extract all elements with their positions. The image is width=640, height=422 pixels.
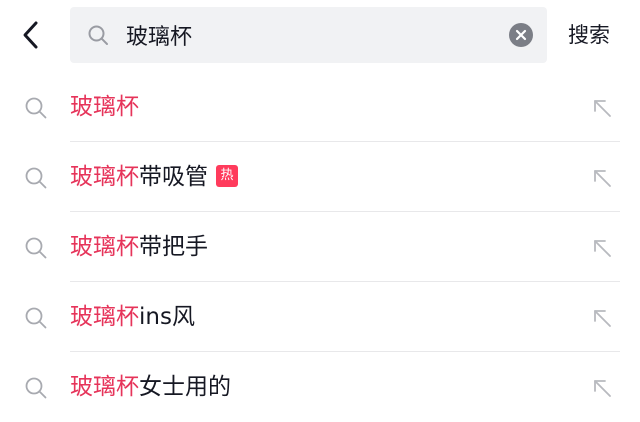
suggestion-rest: ins风	[139, 304, 195, 330]
suggestion-text: 玻璃杯ins风	[70, 282, 195, 352]
suggestion-item[interactable]: 玻璃杯女士用的	[0, 352, 640, 422]
fill-arrow-icon[interactable]	[590, 306, 614, 330]
chevron-left-icon	[23, 21, 38, 49]
suggestion-rest: 带把手	[139, 234, 208, 260]
suggestion-highlight: 玻璃杯	[70, 94, 139, 120]
suggestion-item[interactable]: 玻璃杯ins风	[0, 282, 640, 352]
suggestion-rest: 带吸管	[139, 164, 208, 190]
suggestion-text: 玻璃杯带吸管热	[70, 142, 238, 212]
suggestion-text: 玻璃杯	[70, 72, 139, 142]
search-bar[interactable]	[70, 7, 547, 63]
suggestion-text: 玻璃杯女士用的	[70, 352, 231, 422]
fill-arrow-icon[interactable]	[590, 376, 614, 400]
fill-arrow-icon[interactable]	[590, 236, 614, 260]
search-icon	[25, 237, 47, 259]
suggestion-rest: 女士用的	[139, 374, 231, 400]
suggestion-item[interactable]: 玻璃杯	[0, 72, 640, 142]
back-button[interactable]	[14, 16, 48, 54]
suggestion-highlight: 玻璃杯	[70, 234, 139, 260]
suggestion-text: 玻璃杯带把手	[70, 212, 208, 282]
suggestion-highlight: 玻璃杯	[70, 374, 139, 400]
search-icon	[88, 25, 108, 45]
clear-button[interactable]	[509, 23, 533, 47]
search-icon	[25, 97, 47, 119]
suggestion-highlight: 玻璃杯	[70, 304, 139, 330]
search-icon	[25, 307, 47, 329]
fill-arrow-icon[interactable]	[590, 96, 614, 120]
search-header: 搜索	[0, 0, 640, 70]
hot-badge: 热	[216, 164, 238, 187]
search-input[interactable]	[126, 7, 506, 63]
search-icon	[25, 167, 47, 189]
clear-icon	[515, 29, 527, 41]
fill-arrow-icon[interactable]	[590, 166, 614, 190]
search-submit-button[interactable]: 搜索	[568, 18, 610, 52]
suggestion-item[interactable]: 玻璃杯带把手	[0, 212, 640, 282]
suggestion-item[interactable]: 玻璃杯带吸管热	[0, 142, 640, 212]
suggestion-list: 玻璃杯 玻璃杯带吸管热 玻璃杯带把手 玻璃杯ins风 玻璃杯女士用的	[0, 72, 640, 422]
search-icon	[25, 377, 47, 399]
suggestion-highlight: 玻璃杯	[70, 164, 139, 190]
